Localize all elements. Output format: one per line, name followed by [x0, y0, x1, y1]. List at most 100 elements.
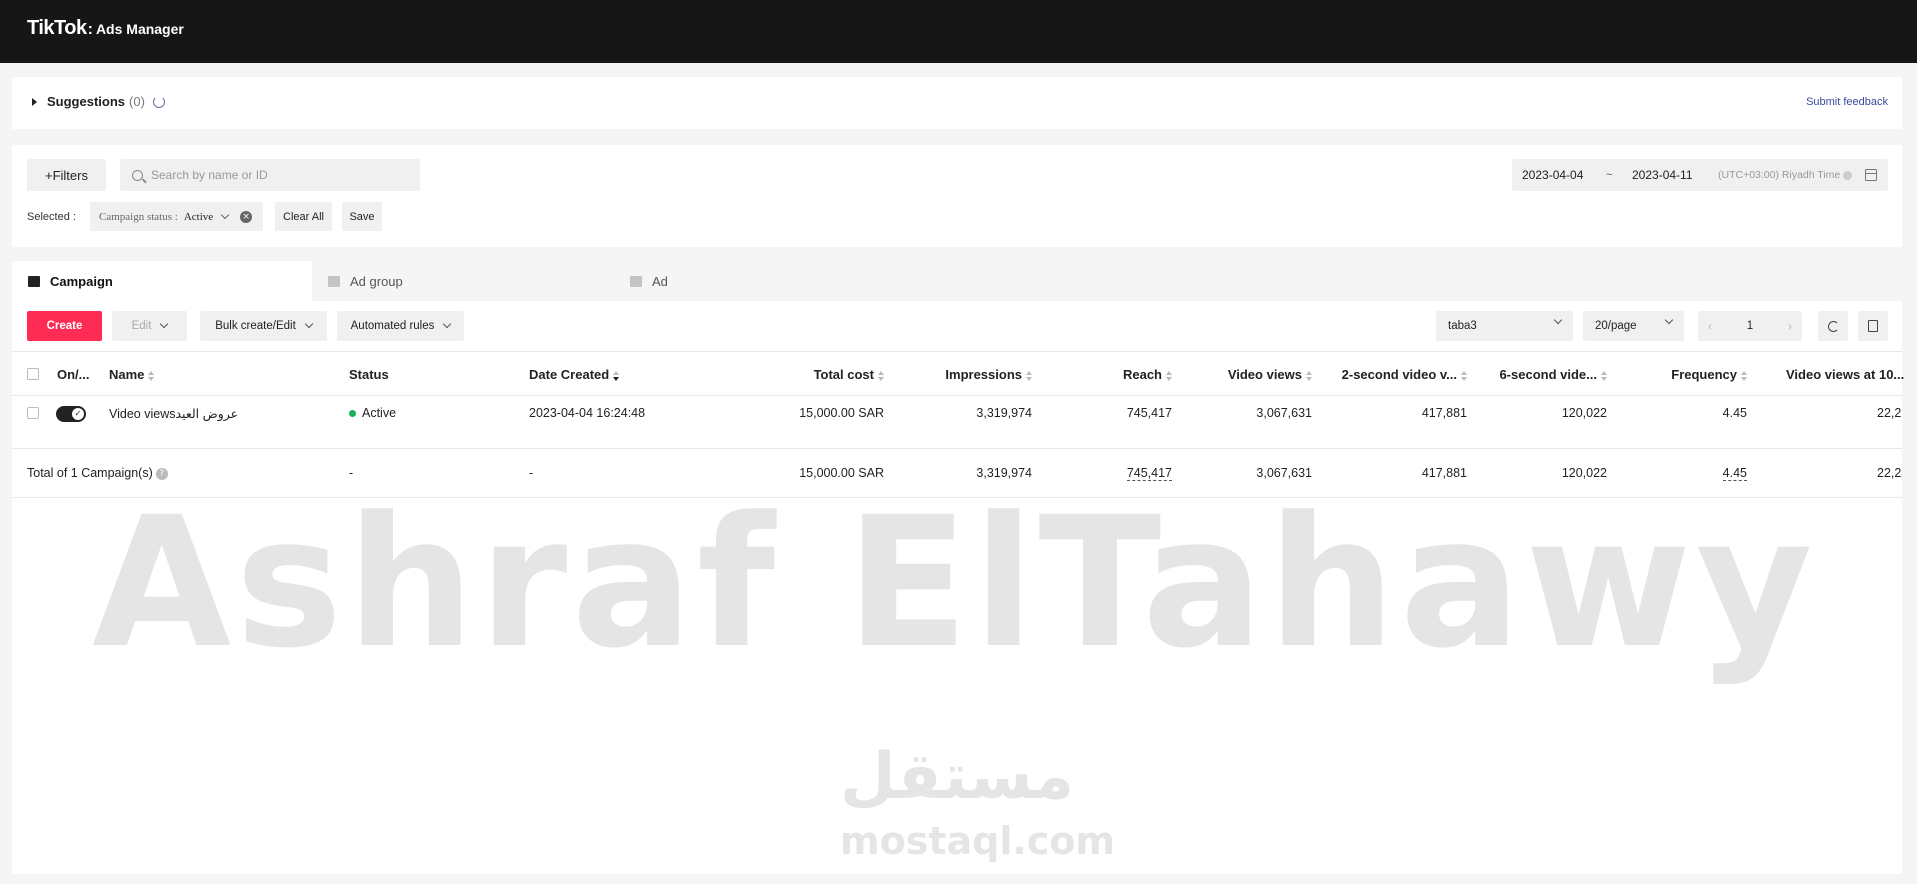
tab-ad[interactable]: Ad — [614, 261, 916, 301]
save-button[interactable]: Save — [342, 202, 382, 231]
campaign-table-panel: Create Edit Bulk create/Edit Automated r… — [12, 301, 1905, 874]
select-all-checkbox[interactable] — [27, 368, 39, 380]
col-2s-label: 2-second video v... — [1341, 367, 1457, 382]
chevron-down-icon — [1664, 315, 1674, 325]
sort-desc-icon[interactable] — [613, 370, 620, 381]
search-box[interactable] — [120, 159, 420, 191]
views-10s-total: 22,2 — [1877, 466, 1902, 480]
reach-cell: 745,417 — [1126, 406, 1172, 420]
export-button[interactable] — [1858, 311, 1888, 341]
timezone-label: (UTC+03:00) Riyadh Time — [1718, 169, 1841, 181]
chevron-down-icon[interactable] — [220, 210, 230, 220]
tab-campaign[interactable]: Campaign — [12, 261, 312, 301]
account-value: taba3 — [1448, 320, 1477, 332]
suggestions-title: Suggestions — [47, 94, 126, 109]
page-size-value: 20/page — [1595, 320, 1637, 332]
chevron-left-icon[interactable]: ‹ — [1708, 319, 1712, 333]
help-icon[interactable] — [1843, 170, 1853, 180]
sort-icon[interactable] — [1166, 370, 1172, 381]
sort-icon[interactable] — [1601, 370, 1607, 381]
col-on-off: On/... — [57, 367, 90, 382]
col-6s-label: 6-second vide... — [1499, 367, 1597, 382]
campaign-name-link[interactable]: Video viewsعروض العيد — [109, 406, 238, 421]
col-freq-label: Frequency — [1671, 367, 1737, 382]
refresh-icon — [1827, 320, 1839, 332]
frequency-total[interactable]: 4.45 — [1722, 466, 1747, 481]
submit-feedback-link[interactable]: Submit feedback — [1806, 96, 1888, 108]
col-video-views[interactable]: Video views — [1228, 367, 1312, 382]
col-date-created[interactable]: Date Created — [529, 367, 620, 382]
sort-icon[interactable] — [148, 370, 155, 381]
reach-total[interactable]: 745,417 — [1126, 466, 1172, 481]
search-input[interactable] — [151, 168, 401, 182]
table-row[interactable]: Video viewsعروض العيد Active 2023-04-04 … — [12, 396, 1902, 448]
frequency-cell: 4.45 — [1722, 406, 1747, 420]
col-6s-views[interactable]: 6-second vide... — [1499, 367, 1607, 382]
col-status: Status — [349, 367, 389, 382]
sort-icon[interactable] — [1461, 370, 1467, 381]
create-button[interactable]: Create — [27, 311, 102, 341]
brand-logo[interactable]: TikTok : Ads Manager — [27, 17, 184, 40]
bulk-label: Bulk create/Edit — [215, 320, 296, 332]
col-name[interactable]: Name — [109, 367, 155, 382]
caret-right-icon — [32, 97, 37, 106]
total-status: - — [349, 466, 354, 480]
status-dot — [349, 410, 356, 418]
col-2s-views[interactable]: 2-second video v... — [1342, 367, 1467, 382]
col-date-label: Date Created — [529, 367, 610, 382]
sort-icon[interactable] — [878, 370, 884, 381]
product-name: Ads Manager — [95, 21, 184, 37]
chevron-right-icon[interactable]: › — [1788, 319, 1792, 333]
col-views-10s: Video views at 10... — [1786, 367, 1905, 382]
level-tabs: Campaign Ad group Ad — [12, 261, 1902, 301]
chevron-down-icon — [443, 319, 452, 329]
date-end[interactable]: 2023-04-11 — [1632, 168, 1716, 182]
refresh-icon[interactable] — [152, 95, 165, 108]
campaign-status-chip[interactable]: Campaign status : Active × — [90, 202, 263, 231]
export-icon — [1868, 320, 1878, 332]
col-reach[interactable]: Reach — [1123, 367, 1172, 382]
sort-icon[interactable] — [1741, 370, 1747, 381]
col-frequency[interactable]: Frequency — [1671, 367, 1747, 382]
automated-label: Automated rules — [350, 320, 435, 332]
calendar-icon[interactable] — [1865, 169, 1877, 181]
page-size-select[interactable]: 20/page — [1583, 311, 1684, 341]
on-off-toggle[interactable] — [56, 406, 86, 422]
col-impressions[interactable]: Impressions — [945, 367, 1032, 382]
refresh-button[interactable] — [1818, 311, 1848, 341]
video-views-cell: 3,067,631 — [1256, 406, 1312, 420]
date-start[interactable]: 2023-04-04 — [1522, 168, 1606, 182]
sort-icon[interactable] — [1026, 370, 1032, 381]
page-number[interactable]: 1 — [1747, 320, 1753, 332]
row-checkbox[interactable] — [27, 407, 39, 419]
edit-button[interactable]: Edit — [112, 311, 187, 341]
chip-value: Active — [183, 210, 214, 223]
sort-icon[interactable] — [1306, 370, 1312, 381]
top-header: TikTok : Ads Manager — [0, 0, 1917, 63]
account-select[interactable]: taba3 — [1436, 311, 1573, 341]
tab-label: Ad group — [350, 273, 403, 289]
clear-all-button[interactable]: Clear All — [275, 202, 332, 231]
table-header: On/... Name Status Date Created Total co… — [12, 351, 1905, 396]
date-range-picker[interactable]: 2023-04-04 ~ 2023-04-11 (UTC+03:00) Riya… — [1512, 159, 1888, 191]
suggestions-panel: Suggestions (0) Submit feedback — [12, 77, 1902, 129]
views-2s-total: 417,881 — [1421, 466, 1467, 480]
views-6s-total: 120,022 — [1561, 466, 1607, 480]
tab-ad-group[interactable]: Ad group — [312, 261, 614, 301]
status-cell: Active — [349, 406, 396, 420]
bulk-create-edit-button[interactable]: Bulk create/Edit — [200, 311, 327, 341]
help-icon[interactable]: ? — [155, 467, 168, 480]
close-icon[interactable]: × — [240, 210, 253, 223]
total-label-text: Total of 1 Campaign(s) — [27, 466, 153, 480]
automated-rules-button[interactable]: Automated rules — [337, 311, 464, 341]
chevron-down-icon — [160, 319, 169, 329]
date-created-cell: 2023-04-04 16:24:48 — [529, 406, 646, 420]
suggestions-toggle[interactable]: Suggestions (0) — [32, 94, 165, 109]
brand-separator: : — [87, 21, 93, 38]
col-reach-label: Reach — [1122, 367, 1162, 382]
col-total-cost[interactable]: Total cost — [814, 367, 884, 382]
document-icon — [328, 275, 340, 287]
search-icon — [132, 169, 143, 181]
filters-button[interactable]: +Filters — [27, 159, 106, 191]
chip-key: Campaign status : — [99, 210, 178, 223]
